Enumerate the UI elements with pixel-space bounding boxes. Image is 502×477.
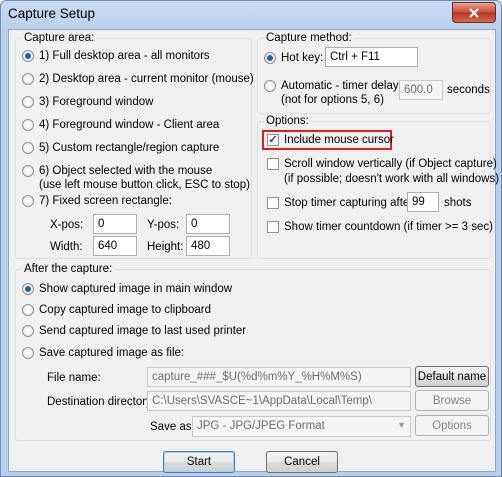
automatic-option[interactable]: Automatic - timer delay: — [264, 79, 402, 93]
radio-desktop-monitor[interactable] — [22, 73, 34, 85]
capture-method-title: Capture method: — [264, 31, 354, 45]
capture-area-option-3[interactable]: 3) Foreground window — [22, 95, 153, 109]
scroll-window-option[interactable]: Scroll window vertically (if Object capt… — [267, 157, 497, 171]
capture-area-group: Capture area: 1) Full desktop area - all… — [15, 31, 254, 259]
seconds-label: seconds — [447, 84, 490, 96]
options-title: Options: — [264, 114, 311, 128]
ypos-input[interactable]: 0 — [186, 214, 230, 234]
close-button[interactable] — [452, 2, 496, 23]
hotkey-label: Hot key: — [281, 52, 324, 64]
after-option-show[interactable]: Show captured image in main window — [22, 282, 232, 296]
ypos-label: Y-pos: — [147, 219, 180, 231]
capture-area-option-5[interactable]: 5) Custom rectangle/region capture — [22, 141, 219, 155]
start-button[interactable]: Start — [163, 451, 235, 473]
stop-timer-checkbox[interactable] — [267, 197, 279, 209]
file-name-label: File name: — [47, 372, 101, 384]
option-label: 5) Custom rectangle/region capture — [39, 142, 220, 154]
show-countdown-checkbox[interactable] — [267, 221, 279, 233]
after-option-printer[interactable]: Send captured image to last used printer — [22, 324, 246, 338]
after-capture-group: After the capture: Show captured image i… — [15, 262, 491, 441]
show-countdown-option[interactable]: Show timer countdown (if timer >= 3 sec) — [267, 220, 493, 234]
option-label: 7) Fixed screen rectangle: — [39, 195, 172, 207]
include-cursor-label: Include mouse cursor — [284, 134, 394, 146]
radio-show-main-window[interactable] — [22, 283, 34, 295]
window-title: Capture Setup — [8, 6, 96, 21]
radio-object-selected[interactable] — [22, 165, 34, 177]
capture-area-option-7[interactable]: 7) Fixed screen rectangle: — [22, 194, 172, 208]
capture-area-option-4[interactable]: 4) Foreground window - Client area — [22, 118, 219, 132]
options-button[interactable]: Options — [415, 415, 489, 436]
capture-area-option-2[interactable]: 2) Desktop area - current monitor (mouse… — [22, 72, 254, 86]
option-6-sublabel: (use left mouse button click, ESC to sto… — [39, 179, 250, 191]
hotkey-input[interactable]: Ctrl + F11 — [325, 47, 418, 67]
stop-timer-label: Stop timer capturing after: — [284, 197, 417, 209]
dest-dir-input[interactable]: C:\Users\SVASCE~1\AppData\Local\Temp\ — [147, 391, 411, 411]
dropdown-arrow-icon: ▼ — [397, 420, 406, 430]
default-name-button[interactable]: Default name — [415, 366, 489, 387]
capture-setup-window: Capture Setup Capture area: 1) Full desk… — [0, 0, 502, 477]
option-label: Show captured image in main window — [39, 283, 233, 295]
height-label: Height: — [147, 241, 184, 253]
capture-area-option-1[interactable]: 1) Full desktop area - all monitors — [22, 49, 210, 63]
radio-foreground-window[interactable] — [22, 96, 34, 108]
xpos-input[interactable]: 0 — [93, 214, 137, 234]
option-label: 2) Desktop area - current monitor (mouse… — [39, 73, 254, 85]
stop-timer-option[interactable]: Stop timer capturing after: — [267, 196, 416, 210]
height-input[interactable]: 480 — [186, 236, 230, 256]
save-as-select[interactable]: JPG - JPG/JPEG Format ▼ — [192, 416, 411, 437]
dest-dir-label: Destination directory: — [47, 396, 156, 408]
hotkey-option[interactable]: Hot key: — [264, 51, 323, 65]
options-group: Options: ✓ Include mouse cursor Scroll w… — [257, 114, 499, 259]
option-label: Send captured image to last used printer — [39, 325, 247, 337]
radio-hotkey[interactable] — [264, 52, 276, 64]
width-input[interactable]: 640 — [93, 236, 137, 256]
show-countdown-label: Show timer countdown (if timer >= 3 sec) — [284, 221, 493, 233]
stop-timer-input[interactable]: 99 — [407, 192, 439, 212]
automatic-sublabel: (not for options 5, 6) — [281, 94, 384, 106]
after-capture-title: After the capture: — [22, 262, 115, 276]
after-option-save-file[interactable]: Save captured image as file: — [22, 346, 184, 360]
close-icon — [469, 7, 479, 18]
scroll-window-label: Scroll window vertically (if Object capt… — [284, 158, 497, 170]
option-label: Copy captured image to clipboard — [39, 304, 211, 316]
after-option-clipboard[interactable]: Copy captured image to clipboard — [22, 303, 211, 317]
radio-fixed-rectangle[interactable] — [22, 195, 34, 207]
cancel-button[interactable]: Cancel — [266, 451, 338, 473]
width-label: Width: — [50, 241, 83, 253]
scroll-window-checkbox[interactable] — [267, 158, 279, 170]
radio-send-printer[interactable] — [22, 325, 34, 337]
option-label: 6) Object selected with the mouse — [39, 165, 213, 177]
radio-automatic[interactable] — [264, 80, 276, 92]
include-cursor-checkbox[interactable]: ✓ — [267, 134, 279, 146]
option-label: 4) Foreground window - Client area — [39, 119, 220, 131]
radio-full-desktop[interactable] — [22, 50, 34, 62]
radio-custom-rectangle[interactable] — [22, 142, 34, 154]
capture-method-group: Capture method: Hot key: Ctrl + F11 Auto… — [257, 31, 491, 114]
shots-label: shots — [444, 197, 472, 209]
option-label: 1) Full desktop area - all monitors — [39, 50, 210, 62]
timer-delay-input[interactable]: 600.0 — [399, 80, 443, 100]
browse-button[interactable]: Browse — [415, 390, 489, 411]
save-as-label: Save as: — [150, 421, 195, 433]
scroll-window-sublabel: (if possible; doesn't work with all wind… — [284, 173, 500, 185]
dialog-body: Capture area: 1) Full desktop area - all… — [8, 29, 499, 473]
capture-area-title: Capture area: — [22, 31, 97, 45]
radio-save-file[interactable] — [22, 347, 34, 359]
automatic-label: Automatic - timer delay: — [281, 80, 402, 92]
file-name-input[interactable]: capture_###_$U(%d%m%Y_%H%M%S) — [147, 367, 411, 387]
radio-client-area[interactable] — [22, 119, 34, 131]
title-bar[interactable]: Capture Setup — [1, 1, 501, 29]
option-label: Save captured image as file: — [39, 347, 185, 359]
capture-area-option-6[interactable]: 6) Object selected with the mouse — [22, 164, 212, 178]
include-cursor-option[interactable]: ✓ Include mouse cursor — [267, 133, 394, 147]
radio-copy-clipboard[interactable] — [22, 304, 34, 316]
xpos-label: X-pos: — [50, 219, 84, 231]
option-label: 3) Foreground window — [39, 96, 154, 108]
save-as-value: JPG - JPG/JPEG Format — [197, 420, 325, 432]
